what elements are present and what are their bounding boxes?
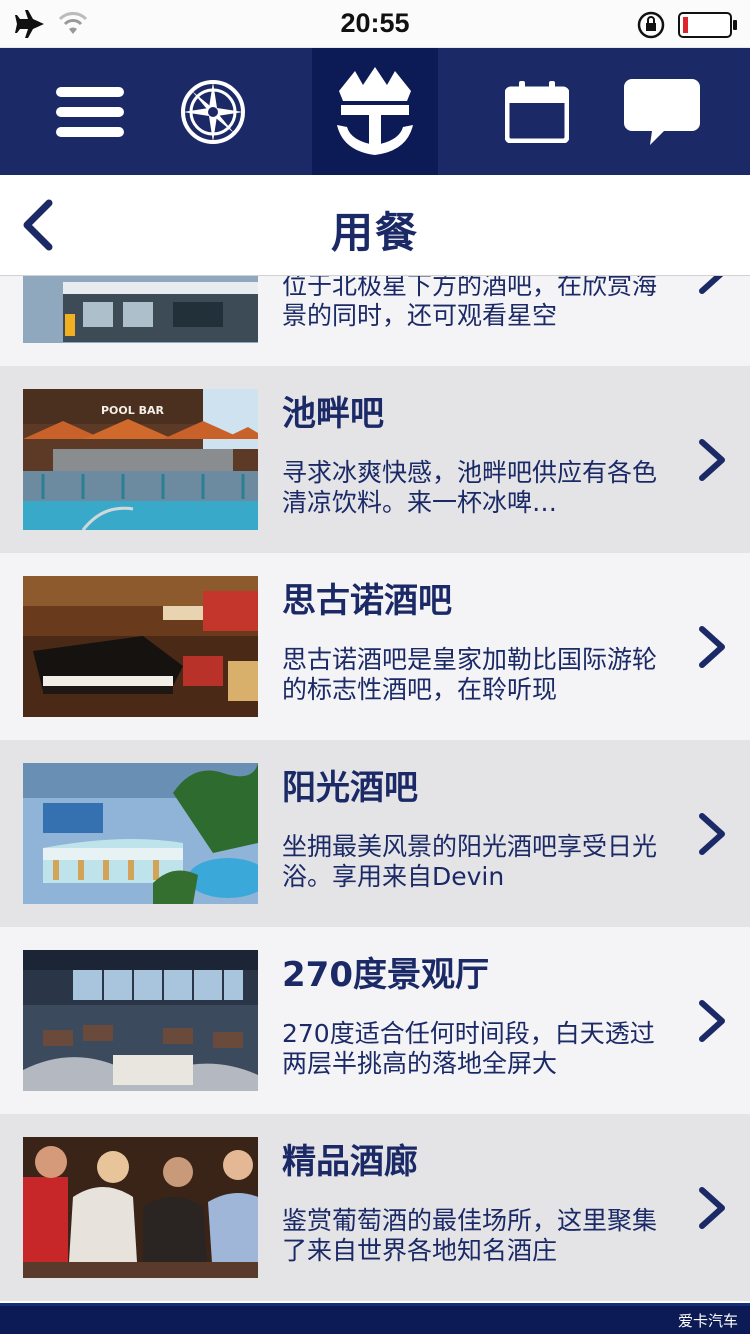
bottom-bar bbox=[0, 1303, 750, 1334]
rotation-lock-icon bbox=[637, 11, 665, 39]
calendar-button[interactable] bbox=[487, 48, 587, 175]
pool-bar-photo: POOL BAR bbox=[23, 389, 258, 530]
list-item-description: 寻求冰爽快感，池畔吧供应有各色清凉饮料。来一杯冰啤… bbox=[282, 458, 658, 517]
chat-button[interactable] bbox=[612, 48, 712, 175]
explore-button[interactable] bbox=[163, 48, 263, 175]
list-item-description: 思古诺酒吧是皇家加勒比国际游轮的标志性酒吧，在聆听现 bbox=[282, 645, 658, 704]
deck-bar-photo bbox=[23, 276, 258, 343]
list-item-title: 270度景观厅 bbox=[282, 955, 489, 995]
list-item[interactable]: 位于北极星下方的酒吧，在欣赏海景的同时，还可观看星空 bbox=[0, 276, 750, 366]
chevron-right-icon bbox=[699, 626, 725, 668]
page-header: 用餐 bbox=[0, 175, 750, 276]
chevron-right-icon bbox=[699, 1187, 725, 1229]
top-navigation bbox=[0, 48, 750, 175]
list-item[interactable]: 精品酒廊 鉴赏葡萄酒的最佳场所，这里聚集了来自世界各地知名酒庄 bbox=[0, 1114, 750, 1301]
dining-list: 位于北极星下方的酒吧，在欣赏海景的同时，还可观看星空 POOL BAR 池畔吧 … bbox=[0, 276, 750, 1303]
battery-icon bbox=[678, 12, 737, 38]
list-item-description: 坐拥最美风景的阳光酒吧享受日光浴。享用来自Devin bbox=[282, 832, 658, 891]
compass-icon bbox=[181, 79, 245, 144]
list-item[interactable]: 思古诺酒吧 思古诺酒吧是皇家加勒比国际游轮的标志性酒吧，在聆听现 bbox=[0, 553, 750, 740]
wine-bar-photo bbox=[23, 1137, 258, 1278]
list-item[interactable]: 270度景观厅 270度适合任何时间段，白天透过两层半挑高的落地全屏大 bbox=[0, 927, 750, 1114]
royal-caribbean-crown-anchor-logo bbox=[337, 66, 413, 155]
status-bar: 20:55 bbox=[0, 0, 750, 48]
pool-bar-sign: POOL BAR bbox=[101, 404, 165, 417]
list-item-title: 池畔吧 bbox=[282, 394, 384, 434]
list-item-description: 270度适合任何时间段，白天透过两层半挑高的落地全屏大 bbox=[282, 1019, 655, 1078]
list-item[interactable]: POOL BAR 池畔吧 寻求冰爽快感，池畔吧供应有各色清凉饮料。来一杯冰啤… bbox=[0, 366, 750, 553]
chevron-right-icon bbox=[699, 1000, 725, 1042]
home-logo-button[interactable] bbox=[312, 48, 438, 175]
piano-bar-photo bbox=[23, 576, 258, 717]
calendar-icon bbox=[505, 80, 569, 143]
page-title: 用餐 bbox=[330, 208, 419, 257]
lounge-270-photo bbox=[23, 950, 258, 1091]
chevron-right-icon bbox=[699, 276, 724, 294]
list-item-description: 鉴赏葡萄酒的最佳场所，这里聚集了来自世界各地知名酒庄 bbox=[282, 1206, 658, 1265]
list-item[interactable]: 阳光酒吧 坐拥最美风景的阳光酒吧享受日光浴。享用来自Devin bbox=[0, 740, 750, 927]
list-item-description: 位于北极星下方的酒吧，在欣赏海景的同时，还可观看星空 bbox=[282, 276, 658, 330]
list-item-title: 阳光酒吧 bbox=[282, 768, 418, 808]
chevron-right-icon bbox=[699, 439, 725, 481]
menu-icon bbox=[56, 86, 124, 137]
chat-icon bbox=[624, 78, 700, 145]
watermark: 爱卡汽车 bbox=[673, 1310, 742, 1331]
list-item-title: 精品酒廊 bbox=[282, 1142, 418, 1182]
chevron-right-icon bbox=[699, 813, 725, 855]
sunshine-bar-photo bbox=[23, 763, 258, 904]
menu-button[interactable] bbox=[40, 48, 140, 175]
list-item-title: 思古诺酒吧 bbox=[282, 581, 452, 621]
